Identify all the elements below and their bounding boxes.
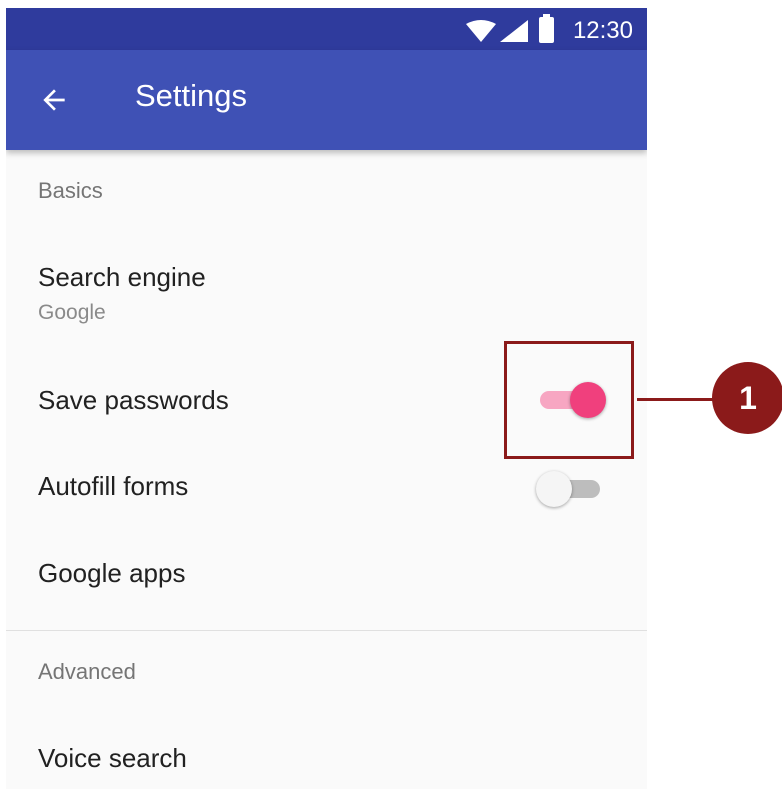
callout-number-badge: 1 [712,362,782,434]
page-title: Settings [135,78,248,113]
app-bar: Settings [6,50,647,150]
switch-thumb [536,471,572,507]
section-header-basics: Basics [38,178,103,203]
autofill-forms-switch[interactable] [536,471,606,507]
callout-connector-line [637,398,717,401]
save-passwords-label: Save passwords [38,385,229,415]
section-header-advanced: Advanced [38,659,136,684]
callout-highlight-box [504,341,634,459]
voice-search-label: Voice search [38,743,187,773]
search-engine-label: Search engine [38,262,206,292]
status-bar: 12:30 [6,8,647,50]
battery-icon [539,14,554,43]
google-apps-label: Google apps [38,558,186,588]
search-engine-value: Google [38,301,106,324]
autofill-forms-label: Autofill forms [38,471,189,501]
back-arrow-icon[interactable] [38,84,70,116]
cellular-signal-icon [500,20,528,42]
status-time: 12:30 [572,17,633,44]
section-divider [6,630,647,631]
wifi-icon [466,20,496,42]
